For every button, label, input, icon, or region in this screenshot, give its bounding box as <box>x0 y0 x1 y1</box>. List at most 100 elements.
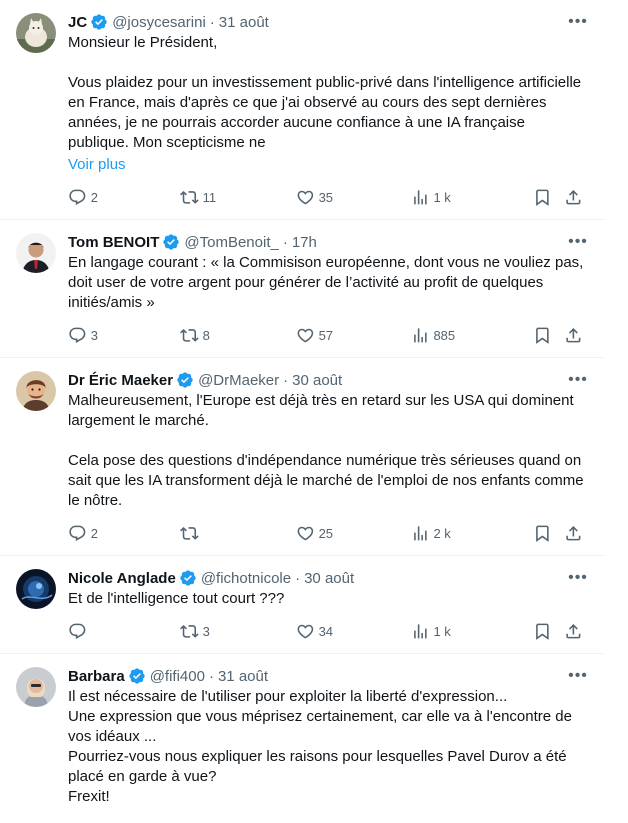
author-name[interactable]: Barbara <box>68 668 125 685</box>
separator-dot: · <box>209 13 215 31</box>
action-bar: 2 25 2 k <box>68 523 588 543</box>
reply-button[interactable]: 3 <box>68 326 180 345</box>
tweet[interactable]: Dr Éric Maeker @DrMaeker · 30 août Malhe… <box>0 358 604 556</box>
author-handle[interactable]: @TomBenoit_ <box>184 234 278 251</box>
repost-button[interactable]: 11 <box>179 188 296 207</box>
views-button[interactable]: 885 <box>411 326 533 345</box>
author-handle[interactable]: @fifi400 <box>150 668 205 685</box>
tweet[interactable]: JC @josycesarini · 31 août Monsieur le P… <box>0 0 604 220</box>
author-name[interactable]: JC <box>68 14 87 31</box>
like-button[interactable]: 34 <box>296 622 411 641</box>
separator-dot: · <box>295 569 301 587</box>
repost-icon <box>179 624 199 638</box>
cartoon-man-avatar[interactable] <box>16 371 56 411</box>
reply-icon <box>69 327 86 343</box>
tweet[interactable]: Nicole Anglade @fichotnicole · 30 août E… <box>0 556 604 654</box>
tweet-text: Il est nécessaire de l'utiliser pour exp… <box>68 688 572 805</box>
heart-icon <box>297 624 314 639</box>
views-button[interactable]: 1 k <box>411 188 533 207</box>
repost-count: 8 <box>202 328 210 343</box>
bookmark-button[interactable] <box>533 188 565 207</box>
tweet[interactable]: Barbara @fifi400 · 31 août Il est nécess… <box>0 654 604 807</box>
like-button[interactable]: 35 <box>296 188 411 207</box>
show-more-link[interactable]: Voir plus <box>68 155 588 175</box>
verified-badge-icon <box>128 667 146 685</box>
heart-icon <box>297 328 314 343</box>
repost-button[interactable]: 8 <box>179 326 296 345</box>
author-handle[interactable]: @josycesarini <box>112 14 206 31</box>
more-options-icon[interactable]: ••• <box>568 232 588 252</box>
reply-button[interactable] <box>68 622 180 641</box>
reply-count: 2 <box>90 190 98 205</box>
author-handle[interactable]: @fichotnicole <box>201 570 291 587</box>
cat-photo-avatar[interactable] <box>16 13 56 53</box>
timestamp[interactable]: 31 août <box>219 14 269 31</box>
bookmark-button[interactable] <box>533 622 565 641</box>
share-button[interactable] <box>564 188 588 207</box>
timestamp[interactable]: 30 août <box>304 570 354 587</box>
verified-badge-icon <box>179 569 197 587</box>
man-portrait-avatar[interactable] <box>16 233 56 273</box>
author-handle[interactable]: @DrMaeker <box>198 372 279 389</box>
author-name[interactable]: Dr Éric Maeker <box>68 372 173 389</box>
repost-icon <box>179 526 199 540</box>
repost-icon <box>179 328 199 342</box>
views-button[interactable]: 2 k <box>411 524 533 543</box>
bookmark-button[interactable] <box>533 524 565 543</box>
share-button[interactable] <box>564 524 588 543</box>
share-button[interactable] <box>564 326 588 345</box>
tweet[interactable]: Tom BENOIT @TomBenoit_ · 17h En langage … <box>0 220 604 358</box>
bar-chart-icon <box>413 189 427 205</box>
more-options-icon[interactable]: ••• <box>568 370 588 390</box>
like-button[interactable]: 57 <box>296 326 411 345</box>
tweet-text: Monsieur le Président, Vous plaidez pour… <box>68 34 582 151</box>
timestamp[interactable]: 30 août <box>292 372 342 389</box>
dark-blue-avatar[interactable] <box>16 569 56 609</box>
bookmark-button[interactable] <box>533 326 565 345</box>
reply-button[interactable]: 2 <box>68 188 180 207</box>
like-count: 57 <box>318 328 334 343</box>
bar-chart-icon <box>413 525 427 541</box>
reply-button[interactable]: 2 <box>68 524 180 543</box>
reply-icon <box>69 189 86 205</box>
views-count: 885 <box>433 328 456 343</box>
views-count: 2 k <box>433 526 451 541</box>
share-icon <box>566 525 581 541</box>
views-button[interactable]: 1 k <box>411 622 533 641</box>
tweet-text: Et de l'intelligence tout court ??? <box>68 590 285 607</box>
woman-photo-avatar[interactable] <box>16 667 56 707</box>
repost-count: 11 <box>202 190 217 205</box>
like-button[interactable]: 25 <box>296 524 411 543</box>
repost-icon <box>179 190 199 204</box>
tweet-text: Malheureusement, l'Europe est déjà très … <box>68 392 584 509</box>
author-name[interactable]: Tom BENOIT <box>68 234 159 251</box>
timestamp[interactable]: 17h <box>292 234 317 251</box>
more-options-icon[interactable]: ••• <box>568 12 588 32</box>
verified-badge-icon <box>90 13 108 31</box>
like-count: 34 <box>318 624 334 639</box>
reply-feed: JC @josycesarini · 31 août Monsieur le P… <box>0 0 604 807</box>
action-bar: 2 11 35 1 k <box>68 187 588 207</box>
more-options-icon[interactable]: ••• <box>568 666 588 686</box>
bookmark-icon <box>535 623 549 640</box>
repost-button[interactable]: 3 <box>179 622 296 641</box>
more-options-icon[interactable]: ••• <box>568 568 588 588</box>
reply-icon <box>69 525 86 541</box>
share-icon <box>566 189 581 205</box>
share-icon <box>566 623 581 639</box>
separator-dot: · <box>283 371 289 389</box>
bookmark-icon <box>535 327 549 344</box>
timestamp[interactable]: 31 août <box>218 668 268 685</box>
verified-badge-icon <box>162 233 180 251</box>
author-name[interactable]: Nicole Anglade <box>68 570 176 587</box>
action-bar: 3 8 57 885 <box>68 325 588 345</box>
tweet-text: En langage courant : « la Commisison eur… <box>68 254 584 311</box>
like-count: 25 <box>318 526 334 541</box>
heart-icon <box>297 190 314 205</box>
share-button[interactable] <box>564 622 588 641</box>
separator-dot: · <box>282 233 288 251</box>
verified-badge-icon <box>176 371 194 389</box>
bar-chart-icon <box>413 623 427 639</box>
repost-button[interactable] <box>179 524 296 543</box>
repost-count: 3 <box>202 624 210 639</box>
